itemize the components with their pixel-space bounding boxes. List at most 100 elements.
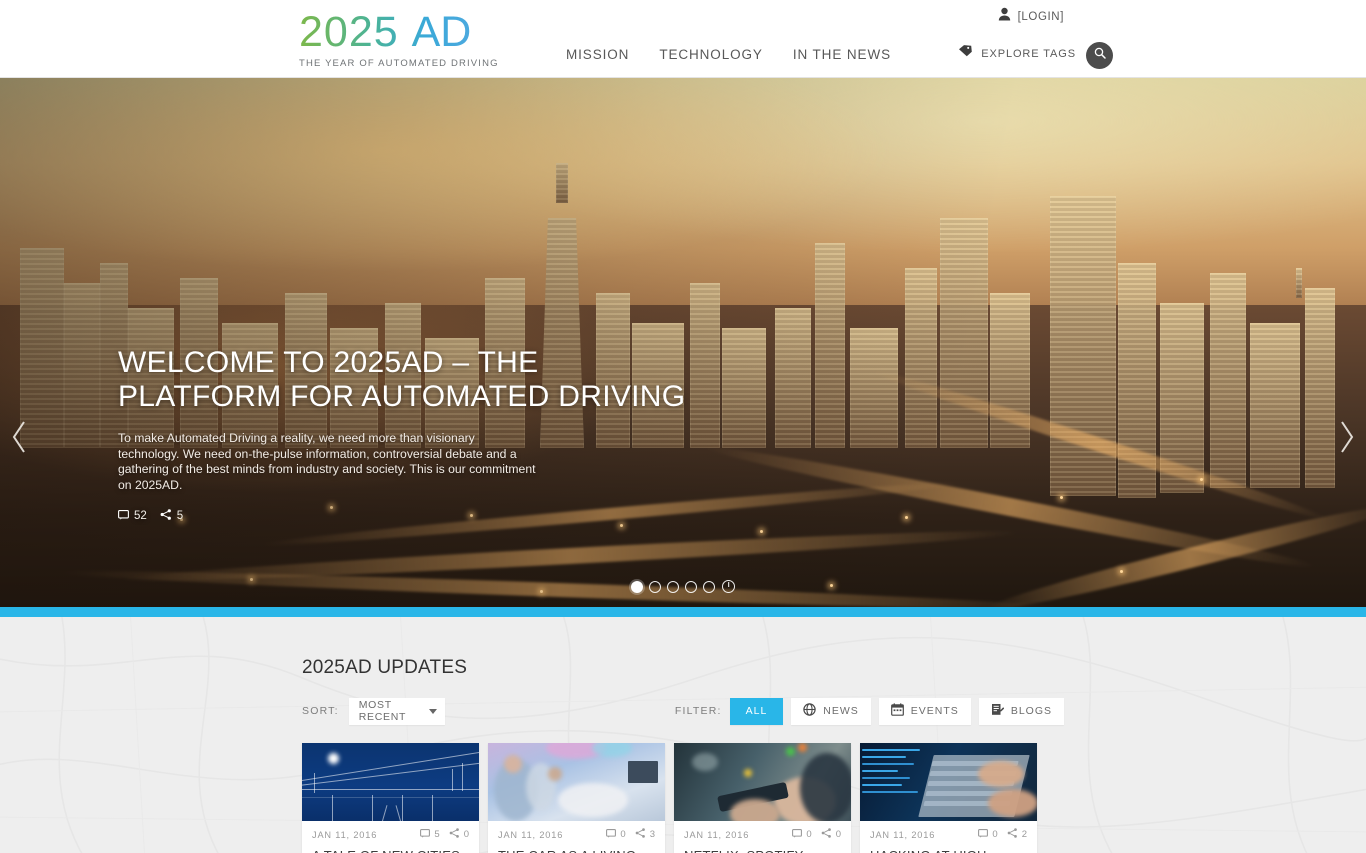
filter-button-all[interactable]: ALL <box>729 697 784 725</box>
logo-year: 2025 <box>299 8 399 56</box>
filter-controls: FILTER: ALL NEWS EVENTS BLOGS <box>674 697 1064 725</box>
card-share-stat: 0 <box>449 828 469 841</box>
carousel-dot-5[interactable] <box>703 580 715 593</box>
updates-card-grid: JAN 11, 2016 5 0 A TALE OF NEW CITIES: H… <box>302 743 1064 853</box>
hero-gradient-overlay <box>0 78 1366 607</box>
login-label: [LOGIN] <box>1017 10 1064 23</box>
comment-icon <box>978 828 989 841</box>
share-icon <box>160 509 172 523</box>
update-card[interactable]: JAN 11, 2016 0 2 HACKING AT HIGH SPEED: … <box>860 743 1037 853</box>
filter-events-label: EVENTS <box>910 705 959 717</box>
filter-blogs-label: BLOGS <box>1010 705 1052 717</box>
card-meta: JAN 11, 2016 0 2 <box>860 821 1037 848</box>
filter-button-blogs[interactable]: BLOGS <box>978 697 1064 725</box>
card-stats: 0 3 <box>606 828 655 841</box>
card-date: JAN 11, 2016 <box>498 829 564 840</box>
sort-selected-value: MOST RECENT <box>358 699 407 723</box>
card-title[interactable]: NETFLIX, SPOTIFY – AUTOMATED DRIVING? <box>674 848 851 853</box>
search-icon <box>1093 46 1107 65</box>
comment-icon <box>606 828 617 841</box>
share-icon <box>635 828 646 841</box>
filter-news-label: NEWS <box>823 705 859 717</box>
card-thumbnail-smartphone <box>674 743 851 821</box>
nav-item-mission[interactable]: MISSION <box>566 47 629 62</box>
card-comment-count: 5 <box>434 829 440 840</box>
card-comment-count: 0 <box>620 829 626 840</box>
accent-divider <box>0 607 1366 617</box>
updates-section-title: 2025AD UPDATES <box>302 657 468 678</box>
card-title[interactable]: HACKING AT HIGH SPEED: HOW SAFE IS THE <box>860 848 1037 853</box>
card-share-stat: 0 <box>821 828 841 841</box>
card-stats: 5 0 <box>420 828 469 841</box>
card-share-count: 3 <box>649 829 655 840</box>
card-comment-count: 0 <box>992 829 998 840</box>
carousel-dot-4[interactable] <box>685 580 697 593</box>
explore-tags-label: EXPLORE TAGS <box>981 47 1076 60</box>
user-icon <box>998 7 1011 26</box>
card-thumbnail-futuristic-city <box>302 743 479 821</box>
card-date: JAN 11, 2016 <box>312 829 378 840</box>
share-icon <box>1007 828 1018 841</box>
sort-label: SORT: <box>302 705 339 717</box>
blog-icon <box>991 703 1005 719</box>
site-header: 2025 AD THE YEAR OF AUTOMATED DRIVING MI… <box>0 0 1366 78</box>
card-share-count: 2 <box>1021 829 1027 840</box>
card-share-stat: 2 <box>1007 828 1027 841</box>
hero-stats: 52 5 <box>118 509 588 523</box>
share-icon <box>449 828 460 841</box>
login-link[interactable]: [LOGIN] <box>998 7 1064 26</box>
card-share-count: 0 <box>463 829 469 840</box>
main-navigation: MISSION TECHNOLOGY IN THE NEWS <box>566 47 891 62</box>
carousel-pagination <box>0 580 1366 593</box>
carousel-dot-3[interactable] <box>667 580 679 593</box>
card-title[interactable]: THE CAR AS A LIVING SPACE <box>488 848 665 853</box>
update-card[interactable]: JAN 11, 2016 5 0 A TALE OF NEW CITIES: H… <box>302 743 479 853</box>
updates-controls: SORT: MOST RECENT FILTER: ALL NEWS EVENT… <box>302 697 1064 725</box>
hero-share-stat: 5 <box>160 509 183 523</box>
hero-comment-count: 52 <box>134 510 147 523</box>
carousel-next-button[interactable] <box>1334 416 1360 458</box>
carousel-dot-2[interactable] <box>649 580 661 593</box>
filter-button-events[interactable]: EVENTS <box>878 697 971 725</box>
update-card[interactable]: JAN 11, 2016 0 3 THE CAR AS A LIVING SPA… <box>488 743 665 853</box>
search-button[interactable] <box>1086 42 1113 69</box>
carousel-dot-1[interactable] <box>631 580 643 593</box>
comment-icon <box>118 509 129 523</box>
card-share-count: 0 <box>835 829 841 840</box>
card-meta: JAN 11, 2016 5 0 <box>302 821 479 848</box>
card-comment-stat: 0 <box>792 828 812 841</box>
nav-item-technology[interactable]: TECHNOLOGY <box>659 47 763 62</box>
card-meta: JAN 11, 2016 0 0 <box>674 821 851 848</box>
sort-select[interactable]: MOST RECENT <box>348 697 445 725</box>
hero-carousel: WELCOME TO 2025AD – THE PLATFORM FOR AUT… <box>0 78 1366 607</box>
share-icon <box>821 828 832 841</box>
card-title[interactable]: A TALE OF NEW CITIES: HOW AUTOMATED <box>302 848 479 853</box>
hero-slide-content: WELCOME TO 2025AD – THE PLATFORM FOR AUT… <box>118 346 685 523</box>
hero-comment-stat: 52 <box>118 509 147 523</box>
card-date: JAN 11, 2016 <box>870 829 936 840</box>
card-comment-count: 0 <box>806 829 812 840</box>
hero-share-count: 5 <box>176 510 184 523</box>
filter-label: FILTER: <box>674 705 722 717</box>
carousel-pause-button[interactable] <box>722 580 735 593</box>
card-comment-stat: 0 <box>978 828 998 841</box>
carousel-prev-button[interactable] <box>6 416 32 458</box>
card-stats: 0 2 <box>978 828 1027 841</box>
update-card[interactable]: JAN 11, 2016 0 0 NETFLIX, SPOTIFY – AUTO… <box>674 743 851 853</box>
hero-description: To make Automated Driving a reality, we … <box>118 431 536 492</box>
explore-tags-button[interactable]: EXPLORE TAGS <box>958 44 1076 63</box>
updates-section: 2025AD UPDATES SORT: MOST RECENT FILTER:… <box>0 617 1366 853</box>
filter-button-news[interactable]: NEWS <box>791 697 871 725</box>
card-share-stat: 3 <box>635 828 655 841</box>
chevron-down-icon <box>428 708 437 714</box>
hero-title-line1: WELCOME TO 2025AD – THE <box>118 346 539 379</box>
updates-container: 2025AD UPDATES SORT: MOST RECENT FILTER:… <box>302 617 1064 853</box>
card-date: JAN 11, 2016 <box>684 829 750 840</box>
comment-icon <box>792 828 803 841</box>
logo-wordmark: 2025 AD <box>299 9 479 55</box>
card-meta: JAN 11, 2016 0 3 <box>488 821 665 848</box>
site-logo[interactable]: 2025 AD THE YEAR OF AUTOMATED DRIVING <box>299 9 499 69</box>
nav-item-in-the-news[interactable]: IN THE NEWS <box>793 47 891 62</box>
tag-icon <box>958 44 973 63</box>
logo-tagline: THE YEAR OF AUTOMATED DRIVING <box>299 58 499 69</box>
